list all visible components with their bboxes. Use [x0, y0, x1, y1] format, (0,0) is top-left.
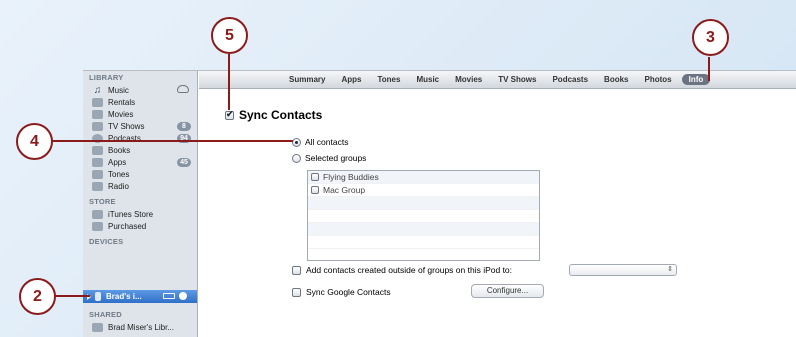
callout-3: 3 [692, 19, 729, 56]
callout-5: 4 [16, 123, 53, 160]
callout-4: 5 [211, 17, 248, 54]
callout-lines [52, 54, 710, 297]
callout-2: 2 [19, 278, 56, 315]
